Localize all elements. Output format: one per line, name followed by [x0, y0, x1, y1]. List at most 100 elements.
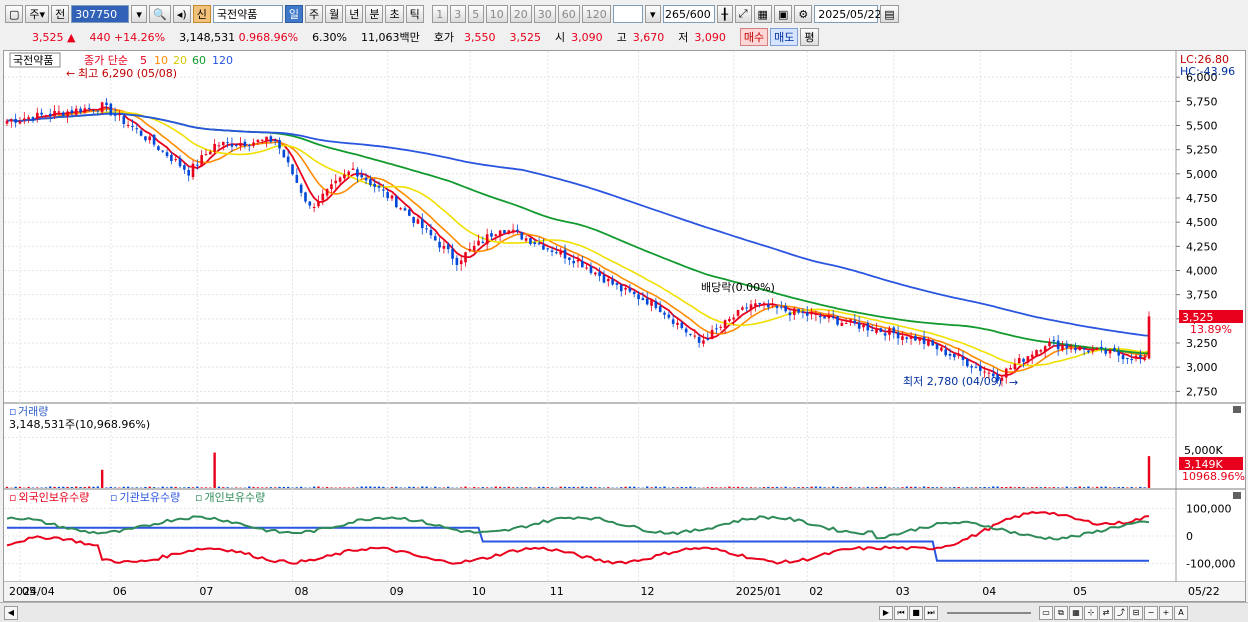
draw-tool-icon[interactable]: ⤢ — [735, 5, 752, 23]
zoom-in-icon[interactable]: + — [1159, 606, 1173, 620]
unit-tab-year[interactable]: 년 — [345, 5, 363, 23]
sell-button[interactable]: 매도 — [770, 28, 798, 46]
ma-legend-120[interactable]: 120 — [212, 54, 233, 67]
interval-60[interactable]: 60 — [558, 5, 580, 23]
copy-icon[interactable]: ⧉ — [1054, 606, 1068, 620]
code-dropdown-icon[interactable]: ▾ — [131, 5, 147, 23]
layout-icon[interactable]: ▭ — [1039, 606, 1053, 620]
candle-body — [313, 207, 316, 208]
ruler-icon[interactable]: ⊟ — [1129, 606, 1143, 620]
candle-body — [378, 186, 381, 188]
candle-body — [577, 260, 580, 262]
scroll-right-icon[interactable]: ▶ — [879, 606, 893, 620]
interval-30[interactable]: 30 — [534, 5, 556, 23]
buy-button[interactable]: 매수 — [740, 28, 768, 46]
candle-body — [1104, 350, 1107, 354]
price-chart-svg[interactable]: 6,0005,7505,5005,2505,0004,7504,5004,250… — [4, 51, 1245, 601]
individual-legend[interactable]: ▫개인보유수량 — [195, 491, 265, 504]
interval-custom-input[interactable] — [613, 5, 643, 23]
date-input[interactable]: 2025/05/22 — [814, 5, 878, 23]
candle-type-icon[interactable]: ╂ — [717, 5, 733, 23]
scroll-left-icon[interactable]: ◀ — [4, 606, 18, 620]
chart-area[interactable]: 6,0005,7505,5005,2505,0004,7504,5004,250… — [3, 50, 1246, 602]
candle-body — [166, 152, 169, 156]
volume-bar — [114, 487, 116, 488]
last-page-icon[interactable]: ⏭ — [924, 606, 938, 620]
new-badge[interactable]: 신 — [193, 5, 211, 23]
volume-bar — [123, 487, 125, 488]
save-icon[interactable]: ▣ — [774, 5, 792, 23]
volume-bar — [1100, 487, 1102, 488]
zoom-slider[interactable] — [947, 612, 1031, 614]
trend-icon[interactable]: ⤴ — [1114, 606, 1128, 620]
holding-panel-close-icon[interactable] — [1233, 492, 1241, 499]
compare-icon[interactable]: ⇄ — [1099, 606, 1113, 620]
ma-legend-10[interactable]: 10 — [154, 54, 168, 67]
volume-bar — [287, 487, 289, 488]
indicator-icon[interactable]: ▦ — [754, 5, 772, 23]
crosshair-icon[interactable]: ⊹ — [1084, 606, 1098, 620]
period-select[interactable]: 주 ▾ — [25, 5, 49, 23]
high-price: 3,670 — [633, 31, 665, 44]
candle-body — [784, 306, 787, 311]
unit-tab-minute[interactable]: 분 — [365, 5, 383, 23]
interval-dropdown-icon[interactable]: ▾ — [645, 5, 661, 23]
auto-scale-icon[interactable]: A — [1174, 606, 1188, 620]
grid-icon[interactable]: ▦ — [1069, 606, 1083, 620]
count-input[interactable]: 265/600 — [663, 5, 715, 23]
prev-button[interactable]: 전 — [51, 5, 69, 23]
date-tick-label: 06 — [113, 585, 127, 598]
unit-tab-second[interactable]: 초 — [385, 5, 403, 23]
stock-name-tag[interactable]: 국전약품 — [13, 53, 53, 67]
price-tick-label: 4,000 — [1186, 265, 1218, 278]
candle-body — [590, 266, 593, 273]
candle-body — [745, 308, 748, 309]
unit-tab-week[interactable]: 주 — [305, 5, 323, 23]
volume-panel-title[interactable]: 거래량 — [18, 405, 48, 418]
calendar-icon[interactable]: ▤ — [880, 5, 898, 23]
candle-body — [110, 104, 113, 116]
speaker-icon[interactable]: ◂) — [173, 5, 191, 23]
candle-body — [404, 208, 407, 210]
volume-bar — [919, 487, 921, 488]
foreign-legend[interactable]: ▫외국인보유수량 — [9, 491, 89, 504]
candle-body — [101, 102, 104, 112]
volume-bar — [473, 487, 475, 488]
avg-button[interactable]: 평 — [800, 28, 818, 46]
candle-body — [1040, 350, 1043, 351]
ma-legend-60[interactable]: 60 — [192, 54, 206, 67]
gear-icon[interactable]: ⚙ — [794, 5, 812, 23]
zoom-out-icon[interactable]: − — [1144, 606, 1158, 620]
stock-name-field[interactable]: 국전약품 — [213, 5, 283, 23]
code-input[interactable]: 307750 — [71, 5, 129, 23]
stop-icon[interactable]: ■ — [909, 606, 923, 620]
candle-body — [88, 108, 91, 109]
candle-body — [1066, 344, 1069, 349]
candle-body — [867, 323, 870, 330]
interval-1[interactable]: 1 — [432, 5, 448, 23]
candle-body — [183, 165, 186, 170]
volume-bar — [893, 487, 895, 488]
interval-10[interactable]: 10 — [486, 5, 508, 23]
volume-bar — [581, 487, 583, 488]
hc-label: HC:-43.96 — [1180, 65, 1235, 78]
unit-tab-tick[interactable]: 틱 — [406, 5, 424, 23]
interval-120[interactable]: 120 — [582, 5, 611, 23]
ma-legend-20[interactable]: 20 — [173, 54, 187, 67]
interval-20[interactable]: 20 — [510, 5, 532, 23]
candle-body — [962, 357, 965, 360]
search-icon[interactable]: 🔍 — [149, 5, 171, 23]
volume-bar — [218, 487, 220, 488]
window-icon[interactable]: ▢ — [5, 5, 23, 23]
ma-legend-label[interactable]: 종가 단순 — [84, 54, 128, 67]
first-page-icon[interactable]: ⏮ — [894, 606, 908, 620]
institution-legend[interactable]: ▫기관보유수량 — [110, 491, 180, 504]
ma-legend-5[interactable]: 5 — [140, 54, 147, 67]
interval-5[interactable]: 5 — [468, 5, 484, 23]
unit-tab-day[interactable]: 일 — [285, 5, 303, 23]
volume-panel-close-icon[interactable] — [1233, 406, 1241, 413]
volume-bar — [585, 487, 587, 488]
interval-3[interactable]: 3 — [450, 5, 466, 23]
unit-tab-month[interactable]: 월 — [325, 5, 343, 23]
candle-body — [6, 121, 9, 124]
